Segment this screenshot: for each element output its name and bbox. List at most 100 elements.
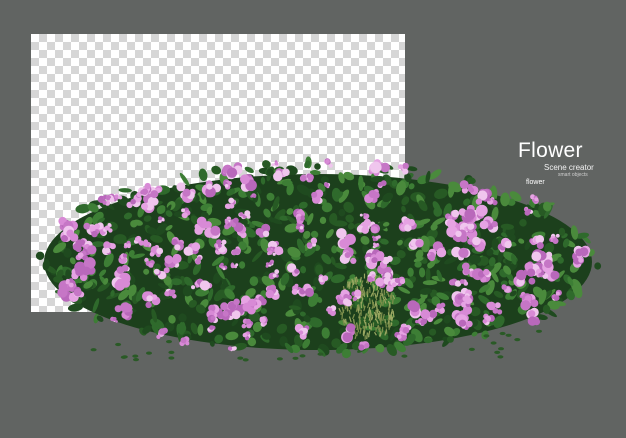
flower-floret <box>57 287 68 298</box>
flower-floret <box>274 161 279 166</box>
flower-floret <box>372 237 377 242</box>
flower-floret <box>126 244 131 249</box>
flower-cluster <box>114 193 123 201</box>
stray-leaf <box>115 342 122 347</box>
flower-floret <box>350 257 357 264</box>
flower-floret <box>130 198 136 205</box>
flower-floret <box>248 298 257 307</box>
flower-floret <box>368 190 377 198</box>
flower-floret <box>216 239 222 245</box>
flower-floret <box>371 257 378 264</box>
flower-floret <box>233 298 240 306</box>
stray-leaf <box>276 357 283 361</box>
grass-blade <box>345 318 347 325</box>
flower-floret <box>436 303 443 310</box>
flower-floret <box>145 301 152 309</box>
flower-floret <box>164 291 170 297</box>
flower-floret <box>380 162 390 173</box>
flower-floret <box>82 266 91 276</box>
flower-floret <box>273 172 283 182</box>
grass-blade <box>353 319 355 324</box>
flower-floret <box>501 284 507 290</box>
flower-floret <box>241 323 247 329</box>
flower-floret <box>245 318 252 325</box>
flower-floret <box>209 325 214 330</box>
flower-floret <box>336 228 347 239</box>
leaf <box>319 216 327 224</box>
flower-floret <box>164 255 173 264</box>
flower-floret <box>370 161 382 174</box>
flower-floret <box>158 216 163 221</box>
grass-blade <box>366 332 368 340</box>
flower-floret <box>358 344 365 351</box>
flower-floret <box>555 233 560 238</box>
flower-floret <box>402 327 410 334</box>
brand-title: Flower <box>518 139 583 162</box>
flower-floret <box>294 268 300 274</box>
flower-floret <box>463 268 470 275</box>
category-label: flower <box>526 179 545 186</box>
stray-leaf <box>166 340 172 344</box>
flower-floret <box>65 278 70 283</box>
flower-floret <box>181 208 186 213</box>
grass-blade <box>380 315 383 322</box>
flower-floret <box>195 259 201 265</box>
flower-shrub-image <box>35 156 602 362</box>
flower-floret <box>526 268 536 277</box>
flower-floret <box>298 330 304 335</box>
leaf <box>198 168 208 182</box>
stray-leaf <box>499 331 506 336</box>
flower-floret <box>141 188 149 195</box>
flower-floret <box>103 241 111 249</box>
image-canvas: Flower Scene creator smart objects flowe… <box>0 0 626 438</box>
flower-floret <box>464 208 476 220</box>
flower-floret <box>534 197 539 202</box>
flower-floret <box>265 289 274 299</box>
flower-floret <box>466 320 473 328</box>
flower-floret <box>533 318 541 326</box>
flower-floret <box>183 246 193 256</box>
flower-floret <box>272 273 277 278</box>
flower-floret <box>451 209 460 218</box>
flower-floret <box>415 319 419 324</box>
flower-floret <box>467 186 474 193</box>
stray-leaf <box>237 356 244 360</box>
flower-floret <box>553 295 560 301</box>
flower-floret <box>146 241 151 246</box>
flower-floret <box>536 242 544 250</box>
flower-floret <box>230 264 235 269</box>
flower-floret <box>459 180 469 189</box>
stray-leaf <box>168 350 175 354</box>
flower-floret <box>307 289 314 295</box>
flower-floret <box>135 237 139 242</box>
flower-floret <box>104 247 111 254</box>
flower-floret <box>464 295 470 300</box>
flower-floret <box>210 225 221 236</box>
flower-floret <box>402 168 409 175</box>
flower-floret <box>153 268 160 275</box>
flower-floret <box>73 288 82 297</box>
stray-leaf <box>514 338 521 342</box>
flower-floret <box>407 219 416 227</box>
flower-floret <box>428 254 436 262</box>
flower-floret <box>401 334 407 341</box>
flower-floret <box>482 319 487 324</box>
flower-floret <box>220 262 224 267</box>
flower-floret <box>182 212 188 219</box>
flower-floret <box>206 183 213 190</box>
grass-blade <box>360 301 363 309</box>
stray-leaf <box>132 354 139 358</box>
flower-floret <box>531 251 542 262</box>
stray-leaf <box>536 329 542 333</box>
leaf <box>244 166 254 174</box>
flower-floret <box>550 270 560 280</box>
flower-floret <box>375 277 385 287</box>
flower-floret <box>235 263 239 267</box>
brand-tagline: smart objects <box>558 172 588 178</box>
flower-floret <box>268 261 273 265</box>
flower-floret <box>159 328 166 335</box>
flower-floret <box>475 198 483 205</box>
flower-floret <box>199 280 210 291</box>
flower-floret <box>172 257 179 264</box>
flower-floret <box>344 233 356 245</box>
